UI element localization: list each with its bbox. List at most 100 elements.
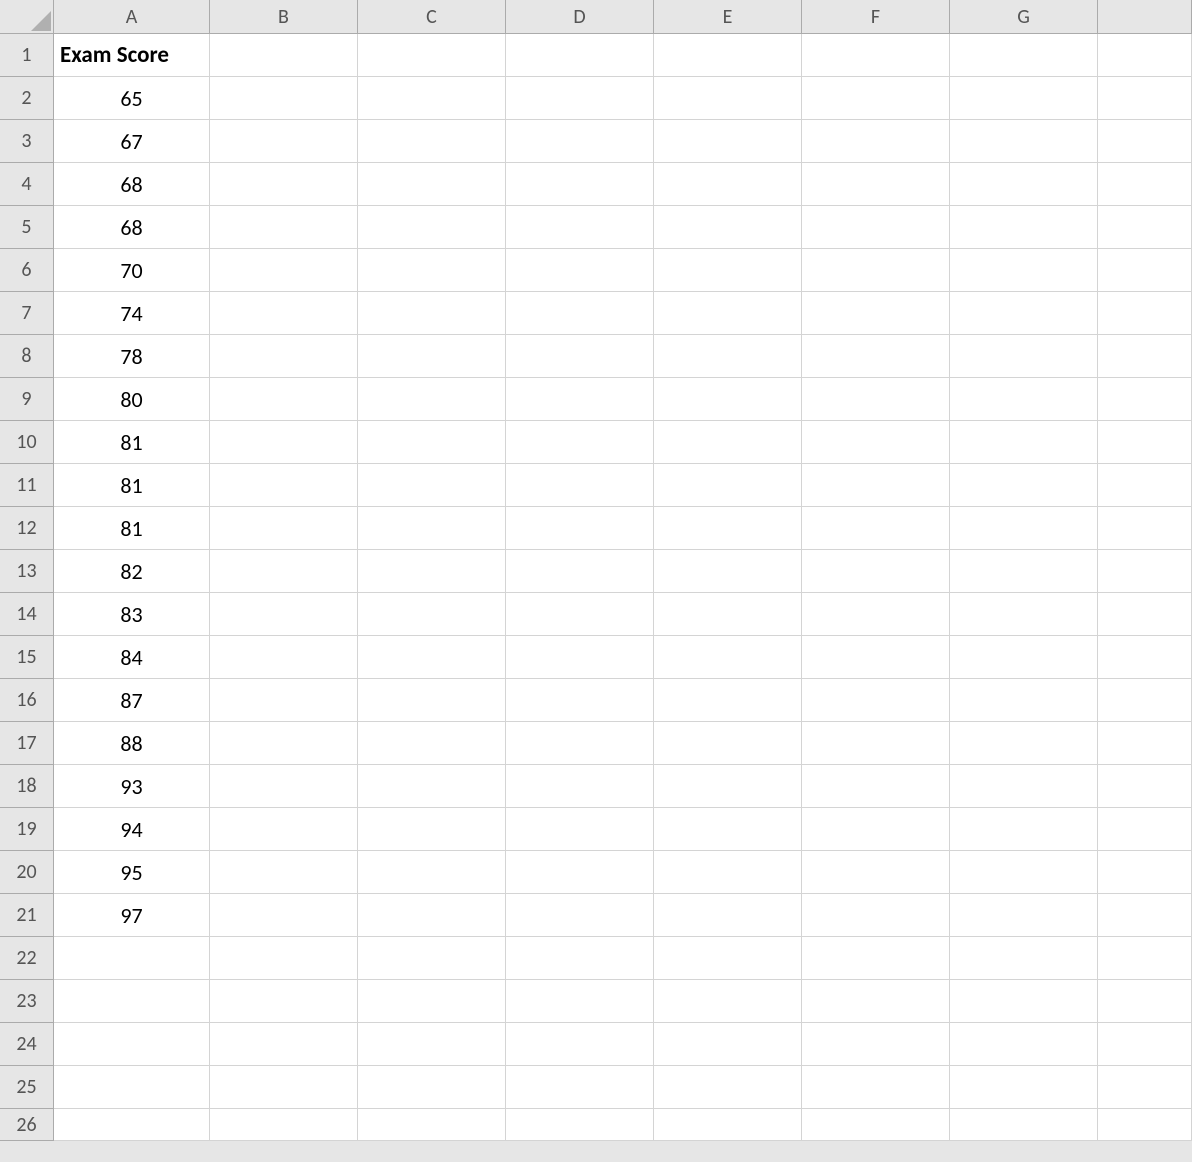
cell-B20[interactable] bbox=[210, 851, 358, 894]
cell-A19[interactable]: 94 bbox=[54, 808, 210, 851]
cell-E14[interactable] bbox=[654, 593, 802, 636]
row-header-5[interactable]: 5 bbox=[0, 206, 54, 249]
cell-C20[interactable] bbox=[358, 851, 506, 894]
cell-B14[interactable] bbox=[210, 593, 358, 636]
row-header-25[interactable]: 25 bbox=[0, 1066, 54, 1109]
cell-A3[interactable]: 67 bbox=[54, 120, 210, 163]
cell-G9[interactable] bbox=[950, 378, 1098, 421]
cell-E25[interactable] bbox=[654, 1066, 802, 1109]
cell-G21[interactable] bbox=[950, 894, 1098, 937]
cell-C24[interactable] bbox=[358, 1023, 506, 1066]
cell-E18[interactable] bbox=[654, 765, 802, 808]
cell-A25[interactable] bbox=[54, 1066, 210, 1109]
cell-G22[interactable] bbox=[950, 937, 1098, 980]
cell-D10[interactable] bbox=[506, 421, 654, 464]
cell-A26[interactable] bbox=[54, 1109, 210, 1141]
cell-F8[interactable] bbox=[802, 335, 950, 378]
row-header-23[interactable]: 23 bbox=[0, 980, 54, 1023]
cell-B22[interactable] bbox=[210, 937, 358, 980]
cell-B24[interactable] bbox=[210, 1023, 358, 1066]
column-header-A[interactable]: A bbox=[54, 0, 210, 34]
row-header-3[interactable]: 3 bbox=[0, 120, 54, 163]
column-header-G[interactable]: G bbox=[950, 0, 1098, 34]
cell-C1[interactable] bbox=[358, 34, 506, 77]
cell-E9[interactable] bbox=[654, 378, 802, 421]
cell-C18[interactable] bbox=[358, 765, 506, 808]
cell-D21[interactable] bbox=[506, 894, 654, 937]
cell-C13[interactable] bbox=[358, 550, 506, 593]
cell-A9[interactable]: 80 bbox=[54, 378, 210, 421]
cell-B11[interactable] bbox=[210, 464, 358, 507]
cell-C14[interactable] bbox=[358, 593, 506, 636]
cell-C21[interactable] bbox=[358, 894, 506, 937]
cell-G1[interactable] bbox=[950, 34, 1098, 77]
cell-G3[interactable] bbox=[950, 120, 1098, 163]
cell-D19[interactable] bbox=[506, 808, 654, 851]
cell-G2[interactable] bbox=[950, 77, 1098, 120]
row-header-8[interactable]: 8 bbox=[0, 335, 54, 378]
cell-E19[interactable] bbox=[654, 808, 802, 851]
cell-B2[interactable] bbox=[210, 77, 358, 120]
cell-A6[interactable]: 70 bbox=[54, 249, 210, 292]
cell-D9[interactable] bbox=[506, 378, 654, 421]
cell-partial-16[interactable] bbox=[1098, 679, 1192, 722]
cell-E6[interactable] bbox=[654, 249, 802, 292]
cell-A11[interactable]: 81 bbox=[54, 464, 210, 507]
cell-partial-3[interactable] bbox=[1098, 120, 1192, 163]
row-header-9[interactable]: 9 bbox=[0, 378, 54, 421]
cell-G26[interactable] bbox=[950, 1109, 1098, 1141]
cell-F17[interactable] bbox=[802, 722, 950, 765]
row-header-13[interactable]: 13 bbox=[0, 550, 54, 593]
cell-E5[interactable] bbox=[654, 206, 802, 249]
row-header-17[interactable]: 17 bbox=[0, 722, 54, 765]
cell-D20[interactable] bbox=[506, 851, 654, 894]
cell-B19[interactable] bbox=[210, 808, 358, 851]
cell-E12[interactable] bbox=[654, 507, 802, 550]
cell-partial-22[interactable] bbox=[1098, 937, 1192, 980]
cell-partial-24[interactable] bbox=[1098, 1023, 1192, 1066]
cell-A10[interactable]: 81 bbox=[54, 421, 210, 464]
cell-D24[interactable] bbox=[506, 1023, 654, 1066]
cell-E17[interactable] bbox=[654, 722, 802, 765]
cell-C16[interactable] bbox=[358, 679, 506, 722]
cell-E3[interactable] bbox=[654, 120, 802, 163]
cell-D12[interactable] bbox=[506, 507, 654, 550]
cell-partial-10[interactable] bbox=[1098, 421, 1192, 464]
cell-D4[interactable] bbox=[506, 163, 654, 206]
cell-B7[interactable] bbox=[210, 292, 358, 335]
cell-G10[interactable] bbox=[950, 421, 1098, 464]
cell-B18[interactable] bbox=[210, 765, 358, 808]
column-header-D[interactable]: D bbox=[506, 0, 654, 34]
cell-D5[interactable] bbox=[506, 206, 654, 249]
row-header-18[interactable]: 18 bbox=[0, 765, 54, 808]
cell-A16[interactable]: 87 bbox=[54, 679, 210, 722]
cell-A14[interactable]: 83 bbox=[54, 593, 210, 636]
cell-B4[interactable] bbox=[210, 163, 358, 206]
cell-E11[interactable] bbox=[654, 464, 802, 507]
row-header-19[interactable]: 19 bbox=[0, 808, 54, 851]
cell-B9[interactable] bbox=[210, 378, 358, 421]
cell-partial-8[interactable] bbox=[1098, 335, 1192, 378]
cell-G17[interactable] bbox=[950, 722, 1098, 765]
cell-F9[interactable] bbox=[802, 378, 950, 421]
cell-C4[interactable] bbox=[358, 163, 506, 206]
cell-B26[interactable] bbox=[210, 1109, 358, 1141]
cell-partial-19[interactable] bbox=[1098, 808, 1192, 851]
cell-D26[interactable] bbox=[506, 1109, 654, 1141]
cell-F6[interactable] bbox=[802, 249, 950, 292]
row-header-12[interactable]: 12 bbox=[0, 507, 54, 550]
cell-G12[interactable] bbox=[950, 507, 1098, 550]
cell-partial-13[interactable] bbox=[1098, 550, 1192, 593]
cell-G19[interactable] bbox=[950, 808, 1098, 851]
cell-A24[interactable] bbox=[54, 1023, 210, 1066]
cell-F25[interactable] bbox=[802, 1066, 950, 1109]
cell-E4[interactable] bbox=[654, 163, 802, 206]
row-header-16[interactable]: 16 bbox=[0, 679, 54, 722]
cell-A5[interactable]: 68 bbox=[54, 206, 210, 249]
row-header-15[interactable]: 15 bbox=[0, 636, 54, 679]
cell-G15[interactable] bbox=[950, 636, 1098, 679]
cell-C23[interactable] bbox=[358, 980, 506, 1023]
cell-D2[interactable] bbox=[506, 77, 654, 120]
cell-B15[interactable] bbox=[210, 636, 358, 679]
cell-E20[interactable] bbox=[654, 851, 802, 894]
